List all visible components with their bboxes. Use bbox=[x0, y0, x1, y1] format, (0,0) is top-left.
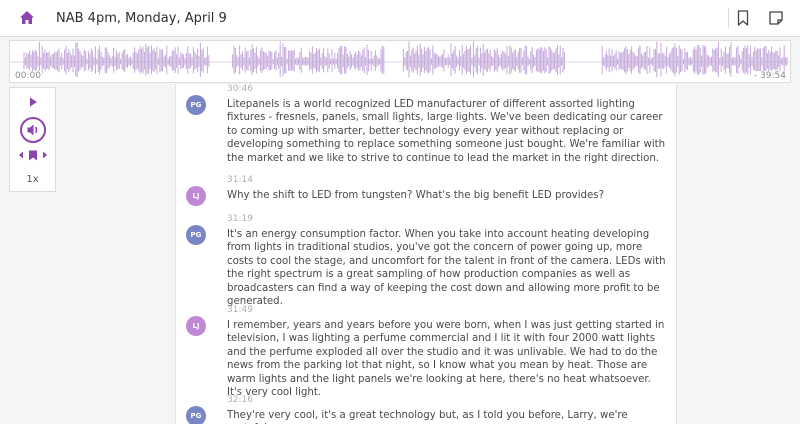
home-button[interactable] bbox=[18, 9, 36, 27]
divider bbox=[728, 8, 729, 28]
waveform-graphic[interactable] bbox=[10, 41, 790, 82]
waveform-bars bbox=[23, 41, 788, 78]
audio-waveform[interactable]: 00:00 - 39:54 bbox=[9, 40, 791, 83]
playback-controls: 1x bbox=[9, 87, 56, 192]
page-title: NAB 4pm, Monday, April 9 bbox=[56, 11, 227, 26]
note-icon bbox=[769, 11, 783, 25]
segment-timestamp[interactable]: 31:14 bbox=[227, 175, 253, 185]
segment-text[interactable]: Why the shift to LED from tungsten? What… bbox=[227, 189, 667, 202]
speaker-avatar: PG bbox=[186, 406, 206, 424]
speaker-avatar: PG bbox=[186, 225, 206, 245]
top-bar: NAB 4pm, Monday, April 9 bbox=[0, 0, 800, 37]
speaker-avatar: LJ bbox=[186, 316, 206, 336]
home-icon bbox=[20, 11, 34, 24]
bookmark-marker-icon[interactable] bbox=[28, 150, 38, 161]
playback-speed[interactable]: 1x bbox=[10, 174, 55, 185]
segment-text[interactable]: It's an energy consumption factor. When … bbox=[227, 228, 667, 308]
note-button[interactable] bbox=[767, 9, 785, 27]
bookmark-icon bbox=[737, 10, 749, 26]
segment-text[interactable]: Litepanels is a world recognized LED man… bbox=[227, 98, 667, 165]
segment-text[interactable]: I remember, years and years before you w… bbox=[227, 319, 667, 399]
speaker-avatar: LJ bbox=[186, 186, 206, 206]
bookmark-button[interactable] bbox=[735, 9, 751, 27]
play-icon[interactable] bbox=[27, 96, 39, 108]
segment-timestamp[interactable]: 30:46 bbox=[227, 84, 253, 94]
segment-text[interactable]: They're very cool, it's a great technolo… bbox=[227, 409, 667, 424]
next-bookmark-icon[interactable] bbox=[41, 150, 49, 160]
elapsed-time: 00:00 bbox=[14, 71, 42, 81]
speaker-avatar: PG bbox=[186, 95, 206, 115]
segment-timestamp[interactable]: 32:16 bbox=[227, 395, 253, 405]
segment-timestamp[interactable]: 31:49 bbox=[227, 305, 253, 315]
transcript-panel[interactable]: 30:46 PG Litepanels is a world recognize… bbox=[175, 84, 677, 424]
segment-timestamp[interactable]: 31:19 bbox=[227, 214, 253, 224]
volume-icon[interactable] bbox=[19, 116, 47, 144]
previous-bookmark-icon[interactable] bbox=[17, 150, 25, 160]
remaining-time: - 39:54 bbox=[752, 71, 787, 81]
